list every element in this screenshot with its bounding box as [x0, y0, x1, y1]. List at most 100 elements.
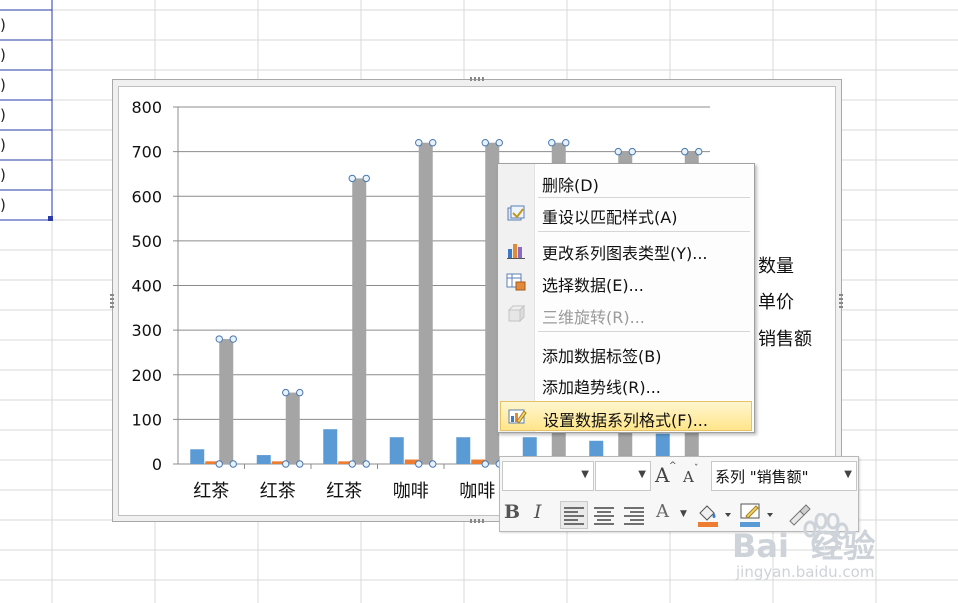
- x-tick-label: 红茶: [260, 481, 296, 502]
- menu-item-3d-rotation[interactable]: 三维旋转(R)...: [500, 299, 752, 329]
- menu-item-select-data[interactable]: 选择数据(E)...: [500, 267, 752, 297]
- font-color-icon: A: [656, 501, 669, 522]
- y-tick-label: 200: [131, 366, 162, 385]
- bar-2-2[interactable]: [352, 178, 367, 464]
- selection-handle[interactable]: [348, 460, 356, 468]
- italic-icon: I: [534, 501, 542, 523]
- selection-handle[interactable]: [362, 174, 370, 183]
- y-tick-label: 300: [131, 321, 162, 340]
- selection-handle[interactable]: [614, 147, 622, 156]
- chevron-down-icon[interactable]: ▼: [581, 469, 589, 480]
- selection-handle[interactable]: [562, 139, 570, 147]
- bar-0-0[interactable]: [190, 449, 205, 464]
- selection-handle[interactable]: [415, 460, 423, 468]
- chart-element-value: 系列 "销售额": [715, 468, 809, 486]
- selection-handle[interactable]: [415, 139, 423, 147]
- watermark-brand: Bai 经验: [732, 527, 876, 565]
- fill-color-icon[interactable]: [696, 501, 736, 529]
- selection-handle[interactable]: [282, 388, 290, 397]
- chart-resize-handle-top[interactable]: [470, 77, 484, 81]
- y-tick-label: 400: [131, 277, 162, 296]
- menu-item-label: 添加趋势线(R)...: [542, 378, 661, 397]
- menu-item-label: 删除(D): [542, 176, 599, 195]
- select-data-icon: [506, 273, 526, 291]
- selection-handle[interactable]: [695, 147, 703, 156]
- selection-handle[interactable]: [681, 147, 689, 156]
- shrink-font-icon: A: [683, 468, 694, 486]
- selection-handle[interactable]: [296, 460, 304, 468]
- y-tick-label: 800: [131, 98, 162, 117]
- italic-button[interactable]: I: [534, 501, 556, 527]
- menu-separator: [538, 197, 750, 198]
- legend-entry-quantity[interactable]: 数量: [758, 252, 794, 278]
- selection-handle[interactable]: [481, 460, 489, 468]
- align-right-icon[interactable]: [620, 501, 648, 529]
- selection-handle[interactable]: [215, 460, 223, 468]
- selection-handle[interactable]: [628, 147, 636, 156]
- chart-resize-handle-right[interactable]: [839, 294, 843, 308]
- selection-handle[interactable]: [429, 460, 437, 468]
- selection-handle[interactable]: [348, 174, 356, 183]
- font-name-combo[interactable]: ▼: [502, 461, 594, 491]
- selection-handle[interactable]: [215, 335, 223, 343]
- chart-resize-handle-bottom[interactable]: [470, 519, 484, 523]
- selection-handle[interactable]: [296, 388, 304, 397]
- 3d-rotate-icon: [507, 304, 526, 323]
- bold-button[interactable]: B: [504, 501, 528, 527]
- legend-entry-sales[interactable]: 销售额: [758, 325, 812, 351]
- y-tick-label: 0: [152, 455, 162, 474]
- selection-handle[interactable]: [548, 139, 556, 147]
- align-center-icon[interactable]: [590, 501, 618, 529]
- bar-2-1[interactable]: [285, 392, 300, 464]
- chart-resize-handle-left[interactable]: [110, 294, 114, 308]
- chart-type-icon: [507, 244, 525, 259]
- x-tick-label: 咖啡: [459, 481, 495, 502]
- menu-item-add-data-labels[interactable]: 添加数据标签(B): [500, 338, 752, 368]
- chevron-down-icon[interactable]: ▼: [844, 469, 852, 480]
- watermark-url: jingyan.baidu.com: [736, 563, 875, 581]
- selection-handle[interactable]: [481, 139, 489, 147]
- chart-element-select[interactable]: 系列 "销售额" ▼: [711, 461, 857, 491]
- grow-font-icon: A: [655, 463, 670, 487]
- selection-handle[interactable]: [362, 460, 370, 468]
- font-size-combo[interactable]: ▼: [595, 461, 651, 491]
- bar-0-3[interactable]: [389, 437, 404, 464]
- shrink-font-button[interactable]: A ˇ: [683, 464, 705, 491]
- menu-separator: [538, 331, 750, 332]
- menu-item-label: 设置数据系列格式(F)...: [543, 411, 708, 430]
- font-color-button[interactable]: A ▼: [656, 501, 690, 527]
- selection-handle[interactable]: [229, 335, 237, 343]
- x-tick-label: 红茶: [193, 481, 229, 502]
- selection-handle[interactable]: [429, 139, 437, 147]
- menu-item-reset-style[interactable]: 重设以匹配样式(A): [500, 199, 752, 229]
- bar-0-4[interactable]: [456, 437, 471, 464]
- bar-2-3[interactable]: [418, 142, 433, 464]
- selection-handle[interactable]: [282, 460, 290, 468]
- selection-handle[interactable]: [495, 139, 503, 147]
- bar-2-0[interactable]: [219, 339, 234, 464]
- menu-item-change-chart-type[interactable]: 更改系列图表类型(Y)...: [500, 235, 752, 265]
- format-series-icon: [508, 409, 527, 424]
- reset-style-icon: [507, 205, 525, 221]
- legend-entry-unit-price[interactable]: 单价: [758, 288, 794, 314]
- y-tick-label: 500: [131, 232, 162, 251]
- align-left-icon[interactable]: [560, 501, 588, 529]
- y-tick-label: 100: [131, 410, 162, 429]
- menu-item-add-trendline[interactable]: 添加趋势线(R)...: [500, 369, 752, 399]
- menu-item-label: 重设以匹配样式(A): [542, 208, 678, 227]
- y-tick-label: 600: [131, 187, 162, 206]
- menu-item-label: 添加数据标签(B): [542, 347, 662, 366]
- chevron-down-icon[interactable]: ▼: [638, 469, 646, 480]
- menu-item-delete[interactable]: 删除(D): [500, 167, 752, 197]
- menu-item-format-data-series[interactable]: 设置数据系列格式(F)...: [500, 401, 752, 431]
- bold-icon: B: [504, 501, 521, 523]
- menu-item-label: 三维旋转(R)...: [542, 308, 645, 327]
- menu-item-label: 选择数据(E)...: [542, 276, 644, 295]
- bar-0-1[interactable]: [256, 455, 271, 464]
- selection-handle[interactable]: [229, 460, 237, 468]
- chevron-down-icon[interactable]: ▼: [680, 509, 687, 519]
- x-tick-label: 咖啡: [393, 481, 429, 502]
- context-menu: 删除(D) 重设以匹配样式(A) 更改系列图表类型(Y)... 选择数据(E).…: [497, 163, 755, 433]
- grow-font-button[interactable]: A ^: [655, 461, 679, 489]
- bar-0-2[interactable]: [323, 429, 338, 464]
